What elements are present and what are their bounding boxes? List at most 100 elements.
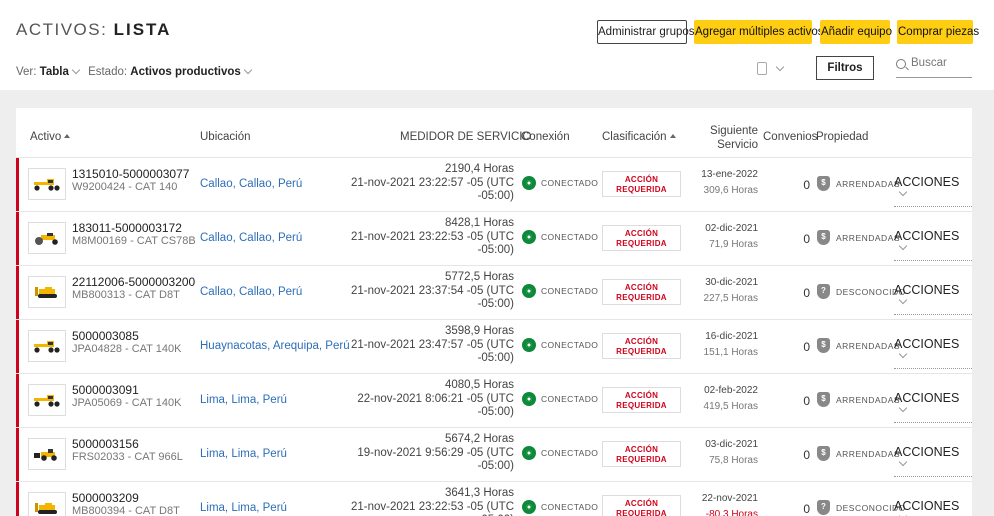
agreements-count: 0 <box>803 340 810 354</box>
chevron-down-icon <box>898 295 908 305</box>
asset-id[interactable]: 5000003156 <box>72 437 139 451</box>
connection-label: CONECTADO <box>541 394 599 404</box>
asset-location-link[interactable]: Lima, Lima, Perú <box>200 394 287 406</box>
state-label: Estado: <box>88 66 128 78</box>
column-header-location[interactable]: Ubicación <box>200 131 251 143</box>
asset-location-link[interactable]: Callao, Callao, Perú <box>200 286 302 298</box>
meter-timezone: -05:00) <box>477 190 514 202</box>
asset-id[interactable]: 5000003091 <box>72 383 139 397</box>
add-multiple-assets-button[interactable]: Agregar múltiples activos <box>694 20 823 44</box>
meter-timezone: -05:00) <box>477 244 514 256</box>
service-meter: 3598,9 Horas 21-nov-2021 23:47:57 -05 (UT… <box>312 325 514 366</box>
actions-dropdown[interactable]: ACCIONES <box>894 499 972 516</box>
next-service-hours: 75,8 Horas <box>709 455 758 466</box>
table-row[interactable]: 5000003091 JPA05069 - CAT 140K Lima, Lima,… <box>16 373 972 427</box>
actions-dropdown[interactable]: ACCIONES <box>894 391 972 423</box>
service-meter: 2190,4 Horas 21-nov-2021 23:22:57 -05 (UT… <box>312 163 514 204</box>
machine-thumbnail <box>28 492 66 516</box>
actions-dropdown[interactable]: ACCIONES <box>894 283 972 315</box>
meter-date: 21-nov-2021 23:22:53 -05 (UTC <box>350 500 514 513</box>
state-selector[interactable]: Estado: Activos productivos <box>88 65 257 78</box>
column-header-connection[interactable]: Conexión <box>521 131 570 143</box>
ownership-label: ARRENDADAS <box>836 449 901 459</box>
meter-timezone: -05:00) <box>477 298 514 310</box>
asset-id[interactable]: 5000003085 <box>72 329 139 343</box>
view-selector[interactable]: Ver: Tabla <box>16 65 85 78</box>
asset-id[interactable]: 1315010-5000003077 <box>72 167 189 181</box>
meter-hours: 5674,2 Horas <box>444 433 514 445</box>
table-row[interactable]: 5000003209 MB800394 - CAT D8T Lima, Lima, … <box>16 481 972 516</box>
ownership-shield-icon: $ <box>817 392 830 407</box>
actions-dropdown[interactable]: ACCIONES <box>894 445 972 477</box>
ownership-label: ARRENDADAS <box>836 179 901 189</box>
ownership-shield-icon: $ <box>817 338 830 353</box>
asset-location-link[interactable]: Callao, Callao, Perú <box>200 232 302 244</box>
chevron-down-icon <box>898 187 908 197</box>
buy-parts-button[interactable]: Comprar piezas <box>897 20 979 44</box>
connection-label: CONECTADO <box>541 502 599 512</box>
alert-indicator <box>16 212 19 265</box>
agreements-count: 0 <box>803 502 810 516</box>
page-title-main: LISTA <box>113 20 172 39</box>
actions-dropdown[interactable]: ACCIONES <box>894 175 972 207</box>
connection-label: CONECTADO <box>541 178 599 188</box>
next-service-date: 30-dic-2021 <box>705 277 758 288</box>
ownership-shield-icon: $ <box>817 176 830 191</box>
column-header-next-service-line2: Servicio <box>717 139 758 151</box>
column-header-classification[interactable]: Clasificación <box>602 131 676 143</box>
meter-timezone: -05:00) <box>477 406 514 418</box>
meter-hours: 5772,5 Horas <box>444 271 514 283</box>
service-meter: 5772,5 Horas 21-nov-2021 23:37:54 -05 (UT… <box>312 271 514 312</box>
asset-location-link[interactable]: Callao, Callao, Perú <box>200 178 302 190</box>
table-row[interactable]: 5000003085 JPA04828 - CAT 140K Huaynacotas… <box>16 319 972 373</box>
connected-icon <box>522 230 536 244</box>
ownership-shield-icon: ? <box>817 500 830 515</box>
ownership-shield-icon: $ <box>817 446 830 461</box>
alert-indicator <box>16 482 19 516</box>
connection-status: CONECTADO <box>522 176 598 190</box>
asset-location-link[interactable]: Lima, Lima, Perú <box>200 502 287 514</box>
column-header-ownership[interactable]: Propiedad <box>816 131 868 143</box>
chevron-down-icon <box>898 349 908 359</box>
column-header-meter[interactable]: MEDIDOR DE SERVICIO <box>400 131 531 143</box>
table-row[interactable]: 1315010-5000003077 W9200424 - CAT 140 Call… <box>16 157 972 211</box>
download-dropdown[interactable] <box>757 60 787 80</box>
table-row[interactable]: 5000003156 FRS02033 - CAT 966L Lima, Lima,… <box>16 427 972 481</box>
chevron-down-icon <box>898 457 908 467</box>
search-input[interactable]: Buscar <box>896 57 972 78</box>
filters-button[interactable]: Filtros <box>816 56 874 80</box>
service-meter: 3641,3 Horas 21-nov-2021 23:22:53 -05 (UT… <box>312 487 514 516</box>
sort-ascending-icon <box>64 134 71 138</box>
table-row[interactable]: 22112006-5000003200 MB800313 - CAT D8T Cal… <box>16 265 972 319</box>
agreements-count: 0 <box>803 394 810 408</box>
asset-id[interactable]: 22112006-5000003200 <box>72 275 195 289</box>
next-service-hours: 419,5 Horas <box>703 401 758 412</box>
column-header-next-service[interactable]: Siguiente Servicio <box>700 124 758 152</box>
connection-status: CONECTADO <box>522 500 598 514</box>
search-icon <box>896 59 906 69</box>
chevron-down-icon <box>898 403 908 413</box>
actions-label: ACCIONES <box>894 283 960 297</box>
asset-id[interactable]: 5000003209 <box>72 491 139 505</box>
page-header: ACTIVOS: LISTA Administrar grupos Agrega… <box>0 0 994 90</box>
alert-indicator <box>16 320 19 373</box>
manage-groups-button[interactable]: Administrar grupos <box>597 20 695 44</box>
connection-status: CONECTADO <box>522 392 598 406</box>
asset-model: JPA05069 - CAT 140K <box>72 397 182 409</box>
view-value: Tabla <box>39 66 69 78</box>
next-service-date: 22-nov-2021 <box>701 493 758 504</box>
column-header-asset[interactable]: Activo <box>30 131 71 143</box>
actions-dropdown[interactable]: ACCIONES <box>894 337 972 369</box>
alert-indicator <box>16 266 19 319</box>
asset-id[interactable]: 183011-5000003172 <box>72 221 182 235</box>
machine-thumbnail <box>28 438 66 470</box>
asset-location-link[interactable]: Lima, Lima, Perú <box>200 448 287 460</box>
connection-status: CONECTADO <box>522 446 598 460</box>
connection-label: CONECTADO <box>541 448 599 458</box>
column-header-classification-label: Clasificación <box>602 131 667 143</box>
actions-dropdown[interactable]: ACCIONES <box>894 229 972 261</box>
ownership-label: ARRENDADAS <box>836 233 901 243</box>
add-equipment-button[interactable]: Añadir equipo <box>820 20 892 44</box>
table-row[interactable]: 183011-5000003172 M8M00169 - CAT CS78B Cal… <box>16 211 972 265</box>
column-header-agreements[interactable]: Convenios <box>763 131 817 143</box>
